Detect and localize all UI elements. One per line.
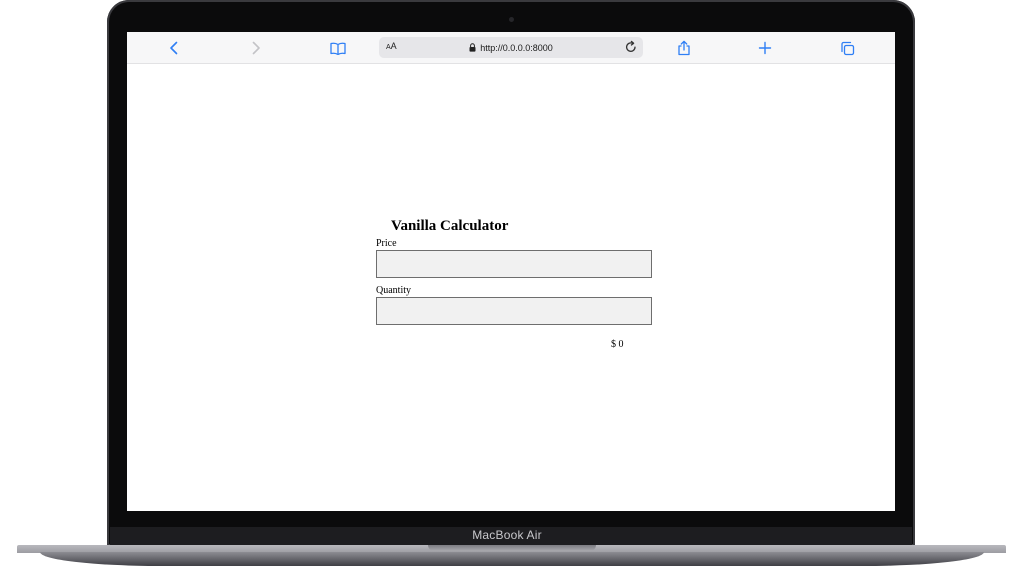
laptop-opening-notch <box>428 545 596 551</box>
browser-toolbar: AA http://0.0.0.0:8000 <box>127 32 895 64</box>
tabs-icon[interactable] <box>838 39 856 57</box>
calculator-form: Vanilla Calculator Price Quantity <box>376 215 652 325</box>
url-text: http://0.0.0.0:8000 <box>480 42 553 53</box>
share-icon[interactable] <box>675 39 693 57</box>
page-title: Vanilla Calculator <box>391 218 509 234</box>
book-icon[interactable] <box>329 39 347 57</box>
price-input[interactable] <box>376 250 652 278</box>
lock-icon <box>469 43 476 52</box>
address-bar[interactable]: AA http://0.0.0.0:8000 <box>379 37 643 58</box>
device-label: MacBook Air <box>472 528 542 542</box>
total-value: 0 <box>618 339 624 350</box>
plus-icon[interactable] <box>756 39 774 57</box>
quantity-label: Quantity <box>376 285 411 296</box>
chevron-right-icon[interactable] <box>247 39 265 57</box>
total-currency: $ <box>611 339 616 350</box>
price-label: Price <box>376 238 397 249</box>
reload-icon[interactable] <box>624 40 638 54</box>
laptop-base-shadow <box>40 552 984 566</box>
camera-icon <box>509 17 514 22</box>
chevron-left-icon[interactable] <box>165 39 183 57</box>
total-output: $ 0 <box>611 339 624 350</box>
quantity-input[interactable] <box>376 297 652 325</box>
browser-window: AA http://0.0.0.0:8000 Vanilla Calculato… <box>127 32 895 511</box>
